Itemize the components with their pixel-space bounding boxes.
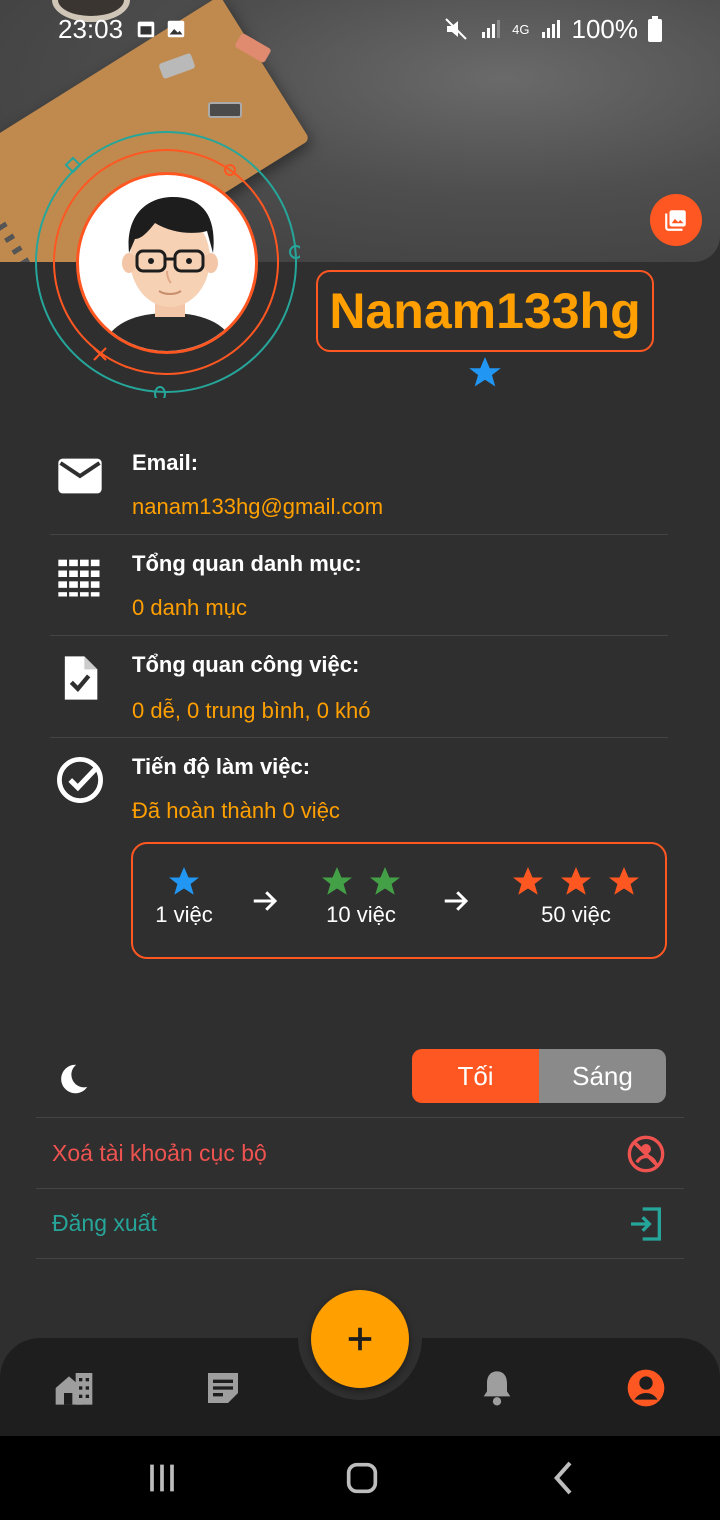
info-label: Tổng quan danh mục: [132, 551, 362, 576]
battery-icon [648, 16, 662, 42]
plus-icon [348, 1327, 372, 1351]
info-value: 0 danh mục [132, 595, 247, 620]
recent-apps-icon[interactable] [142, 1458, 182, 1498]
star-icon [322, 867, 352, 895]
arrow-right-icon [253, 891, 278, 911]
theme-toggle[interactable]: Tối Sáng [412, 1049, 666, 1103]
delete-local-account-label: Xoá tài khoản cục bộ [52, 1140, 267, 1166]
rank-tier-1: 1 việc [143, 864, 225, 928]
avatar [76, 172, 258, 354]
logout-icon [631, 1207, 661, 1241]
delete-local-account-button[interactable]: Xoá tài khoản cục bộ [36, 1119, 684, 1189]
back-icon[interactable] [545, 1458, 585, 1498]
notes-icon[interactable] [203, 1368, 243, 1408]
network-type: 4G [512, 21, 530, 37]
star-icon [609, 867, 639, 895]
rank-label: 10 việc [326, 902, 396, 927]
logout-label: Đăng xuất [52, 1210, 157, 1236]
profile-icon[interactable] [626, 1368, 666, 1408]
star-icon [169, 867, 199, 895]
star-icon [370, 867, 400, 895]
theme-light-option[interactable]: Sáng [539, 1049, 666, 1103]
avatar-illustration [100, 197, 238, 351]
status-time: 23:03 [58, 13, 124, 44]
rank-label: 50 việc [541, 902, 611, 927]
theme-dark-option[interactable]: Tối [412, 1049, 539, 1103]
add-task-button[interactable] [311, 1290, 409, 1388]
star-icon [469, 357, 501, 387]
mute-icon [445, 18, 467, 40]
info-row-categories: Tổng quan danh mục: 0 danh mục [50, 535, 668, 636]
arrow-right-icon [444, 891, 469, 911]
change-cover-button[interactable] [650, 194, 702, 246]
signal-icon [541, 20, 560, 38]
home-icon[interactable] [54, 1368, 94, 1408]
photo-library-icon [665, 210, 686, 231]
home-button-icon[interactable] [342, 1458, 382, 1498]
check-circle-icon [57, 757, 103, 803]
signal-icon [482, 20, 501, 38]
battery-percent: 100% [571, 13, 639, 44]
calendar-icon [137, 21, 155, 38]
bell-icon[interactable] [477, 1368, 517, 1408]
logout-button[interactable]: Đăng xuất [36, 1189, 684, 1259]
info-value: Đã hoàn thành 0 việc [132, 798, 340, 823]
rank-tier-3: 50 việc [501, 864, 651, 928]
info-label: Tiến độ làm việc: [132, 754, 311, 779]
info-value: 0 dễ, 0 trung bình, 0 khó [132, 698, 371, 723]
rank-label: 1 việc [155, 902, 213, 927]
image-icon [167, 20, 185, 38]
star-icon [561, 867, 591, 895]
avatar-container[interactable] [30, 128, 300, 398]
info-value: nanam133hg@gmail.com [132, 494, 384, 519]
clip-decoration [208, 102, 242, 118]
info-label: Email: [132, 450, 199, 475]
theme-row: Tối Sáng [36, 1040, 684, 1118]
moon-icon [61, 1064, 88, 1094]
grid-icon [58, 559, 100, 597]
username-box: Nanam133hg [316, 270, 654, 352]
system-nav-bar [0, 1436, 720, 1520]
task-file-icon [64, 656, 98, 700]
mail-icon [58, 458, 102, 494]
info-row-tasks: Tổng quan công việc: 0 dễ, 0 trung bình,… [50, 636, 668, 738]
rank-progression: 1 việc 10 việc 50 việc [131, 842, 667, 959]
info-label: Tổng quan công việc: [132, 652, 360, 677]
rank-tier-2: 10 việc [303, 864, 419, 928]
star-icon [513, 867, 543, 895]
status-bar: 23:03 4G 100% [0, 0, 720, 58]
info-row-email: Email: nanam133hg@gmail.com [50, 438, 668, 535]
username: Nanam133hg [329, 283, 641, 339]
account-off-icon [627, 1135, 665, 1173]
